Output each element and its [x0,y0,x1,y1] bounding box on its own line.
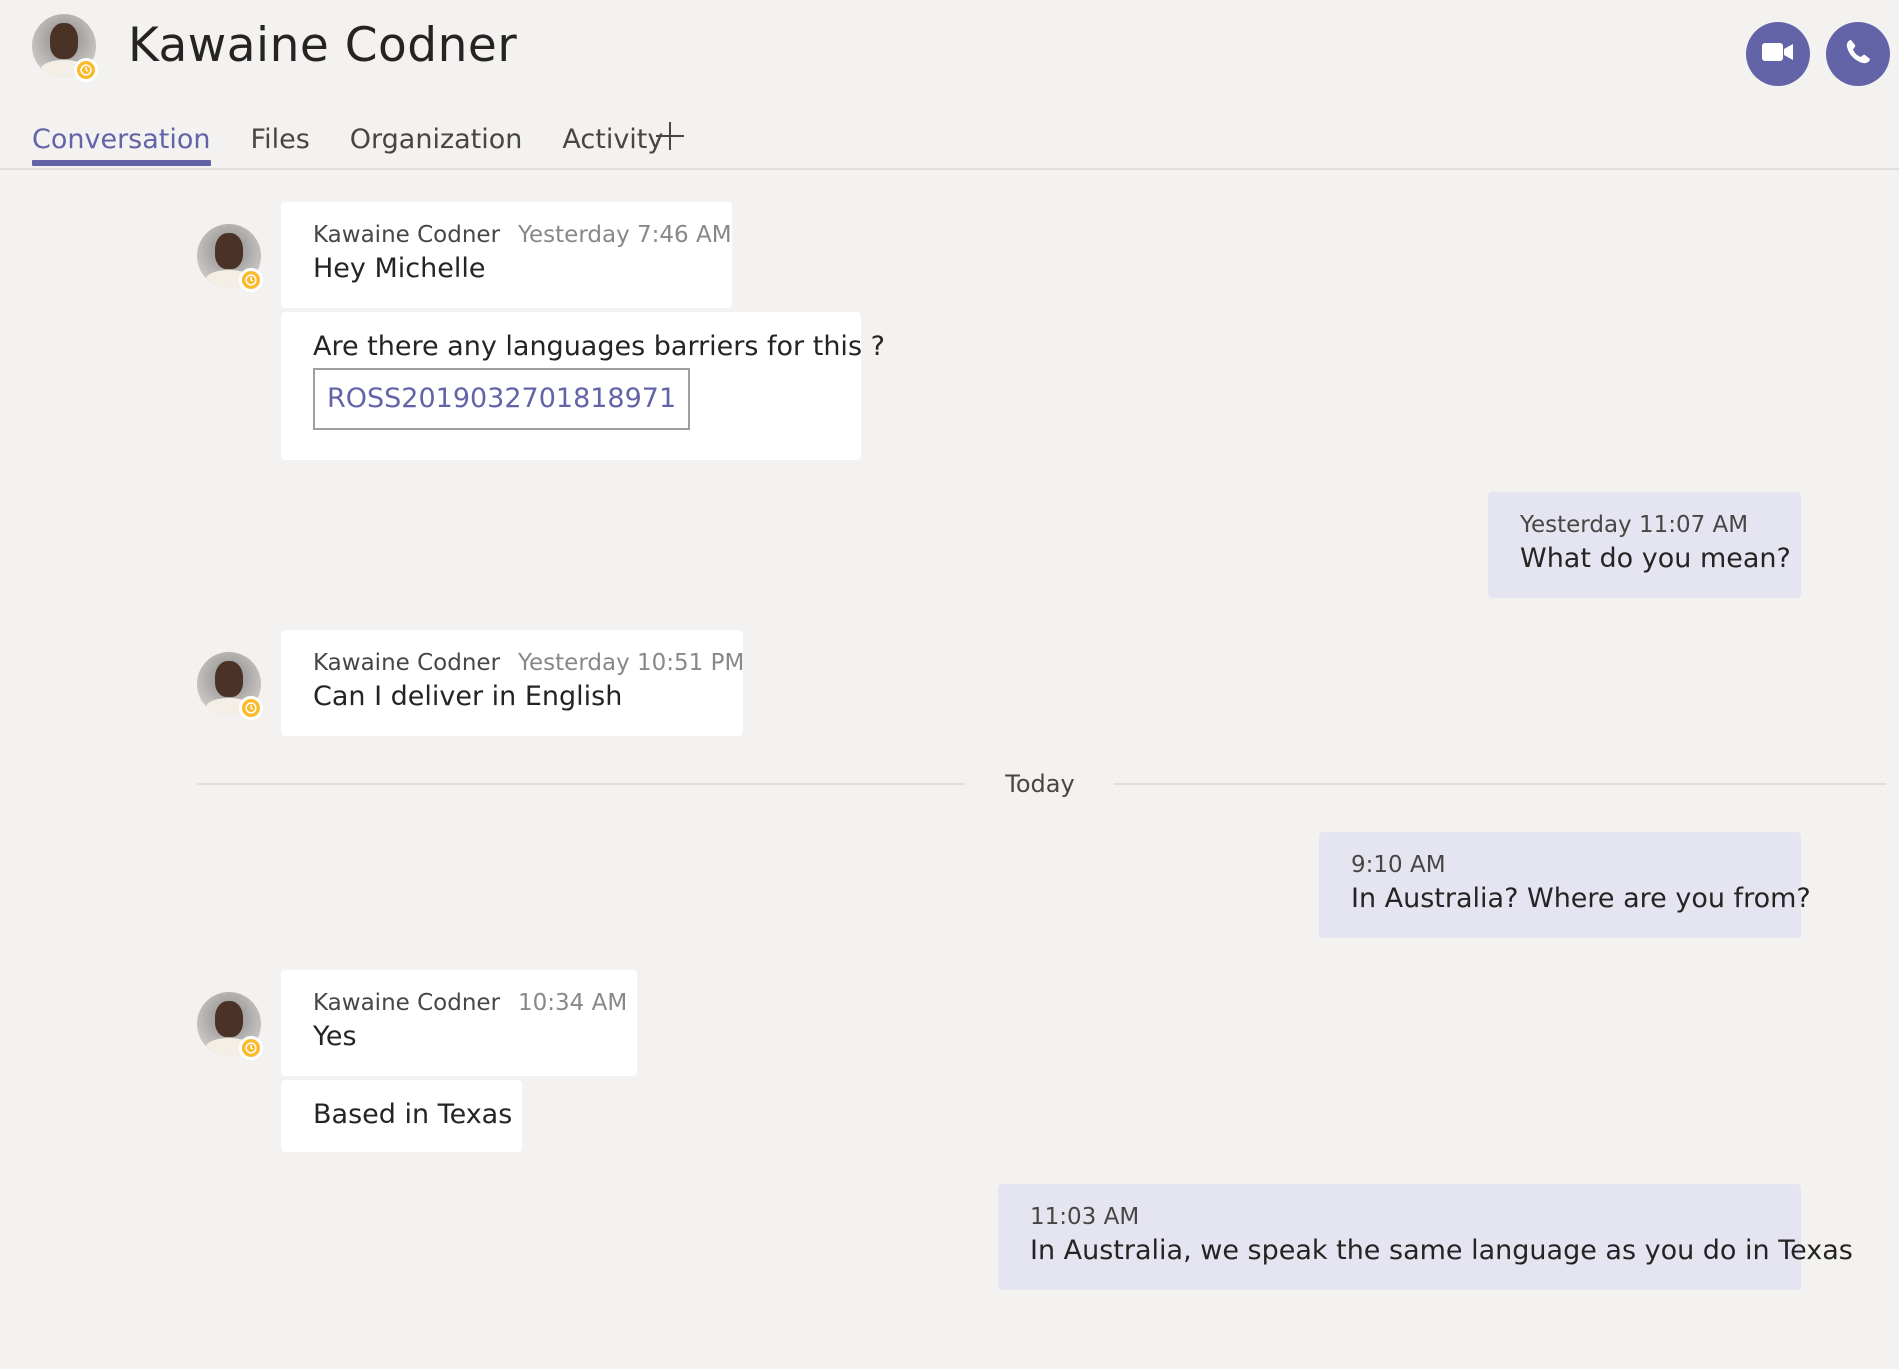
message-meta: Kawaine Codner 10:34 AM [313,988,627,1018]
date-divider-line [1114,783,1886,785]
contact-avatar[interactable] [32,14,98,82]
tab-organization[interactable]: Organization [350,118,523,162]
message-text: In Australia, we speak the same language… [1030,1235,1853,1266]
presence-away-icon [239,696,263,720]
message-meta: 11:03 AM [1030,1202,1769,1232]
message-timestamp: 9:10 AM [1351,852,1446,878]
message-bubble[interactable]: Kawaine Codner Yesterday 7:46 AM Hey Mich… [281,202,732,308]
tab-activity[interactable]: Activity [562,118,663,162]
message-author: Kawaine Codner [313,990,501,1016]
presence-away-icon [239,1036,263,1060]
tab-files[interactable]: Files [251,118,310,162]
message-text: What do you mean? [1520,543,1791,574]
message-timestamp: Yesterday 11:07 AM [1520,512,1749,538]
message-timestamp: Yesterday 10:51 PM [518,650,745,676]
tab-bar: Conversation Files Organization Activity [32,118,703,170]
message-text: Are there any languages barriers for thi… [313,331,885,362]
message-bubble[interactable]: Kawaine Codner 10:34 AM Yes [281,970,637,1076]
message-timestamp: 11:03 AM [1030,1204,1140,1230]
message-timestamp: 10:34 AM [518,990,628,1016]
avatar-face [49,22,79,59]
page-title: Kawaine Codner [128,18,518,73]
message-text: Based in Texas [313,1099,513,1130]
presence-away-icon [74,58,98,82]
reference-card[interactable]: ROSS2019032701818971 [313,368,691,430]
message-text: Can I deliver in English [313,681,623,712]
tab-conversation[interactable]: Conversation [32,118,211,166]
message-text: In Australia? Where are you from? [1351,883,1811,914]
message-bubble-mine[interactable]: Yesterday 11:07 AM What do you mean? [1488,492,1801,598]
message-meta: 9:10 AM [1351,850,1769,880]
message-text: Yes [313,1021,357,1052]
message-timestamp: Yesterday 7:46 AM [518,222,732,248]
presence-away-icon [239,268,263,292]
message-meta: Kawaine Codner Yesterday 10:51 PM [313,648,744,678]
sender-avatar[interactable] [197,992,263,1060]
sender-avatar[interactable] [197,224,263,292]
video-camera-icon [1761,40,1795,68]
message-bubble-mine[interactable]: 11:03 AM In Australia, we speak the same… [998,1184,1853,1290]
message-author: Kawaine Codner [313,222,501,248]
avatar-face [214,660,244,697]
message-bubble[interactable]: Kawaine Codner Yesterday 10:51 PM Can I d… [281,630,744,736]
message-text: Hey Michelle [313,253,486,284]
message-meta: Kawaine Codner Yesterday 7:46 AM [313,220,732,250]
message-bubble-mine[interactable]: 9:10 AM In Australia? Where are you from… [1319,832,1811,938]
plus-icon[interactable] [654,120,686,152]
message-meta: Yesterday 11:07 AM [1520,510,1769,540]
message-bubble[interactable]: Based in Texas [281,1080,522,1152]
avatar-face [214,1000,244,1037]
date-divider-line [197,783,965,785]
message-author: Kawaine Codner [313,650,501,676]
avatar-face [214,232,244,269]
phone-icon [1843,37,1873,71]
message-bubble[interactable]: Are there any languages barriers for thi… [281,312,885,460]
audio-call-button[interactable] [1826,22,1890,86]
sender-avatar[interactable] [197,652,263,720]
video-call-button[interactable] [1746,22,1810,86]
date-divider-label: Today [1005,770,1075,798]
chat-header: Kawaine Codner Conversation Files Organi… [0,0,1899,170]
